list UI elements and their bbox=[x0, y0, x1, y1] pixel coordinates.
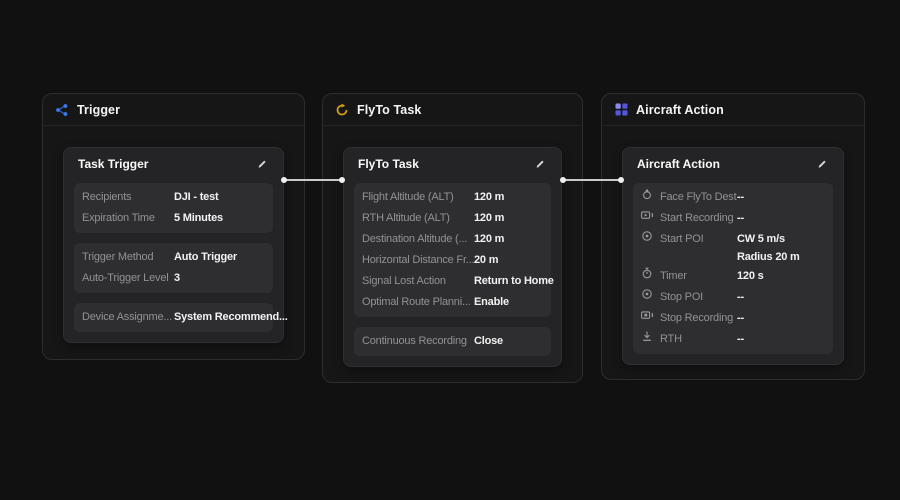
row-value: -- bbox=[737, 308, 744, 329]
timer-icon bbox=[641, 266, 653, 280]
row-rth-altitude: RTH Altitude (ALT) 120 m bbox=[362, 208, 543, 229]
row-start-recording: Start Recording -- bbox=[641, 208, 825, 229]
stop-poi-icon bbox=[641, 287, 653, 301]
aircraft-card-title: Aircraft Action bbox=[637, 157, 720, 171]
row-value: 5 Minutes bbox=[174, 208, 223, 229]
trigger-card[interactable]: Task Trigger Recipients DJI - test Expir… bbox=[63, 147, 284, 343]
row-rth: RTH -- bbox=[641, 329, 825, 350]
row-signal-lost-action: Signal Lost Action Return to Home bbox=[362, 271, 543, 292]
face-flyto-destination-icon bbox=[641, 187, 653, 201]
row-label: Signal Lost Action bbox=[362, 271, 474, 292]
node-trigger-header[interactable]: Trigger bbox=[43, 94, 304, 126]
node-flyto-header[interactable]: FlyTo Task bbox=[323, 94, 582, 126]
row-timer: Timer 120 s bbox=[641, 266, 825, 287]
row-value: -- bbox=[737, 329, 744, 350]
row-value: Enable bbox=[474, 292, 509, 313]
row-value: 120 s bbox=[737, 266, 764, 287]
flyto-card-title: FlyTo Task bbox=[358, 157, 419, 171]
row-device-assignment: Device Assignme... System Recommend... bbox=[82, 307, 265, 328]
edit-pencil-icon[interactable] bbox=[255, 157, 269, 171]
row-value: -- bbox=[737, 287, 744, 308]
row-value: Return to Home bbox=[474, 271, 554, 292]
rth-icon bbox=[641, 329, 653, 343]
trigger-group-device: Device Assignme... System Recommend... bbox=[74, 303, 273, 332]
row-label: Stop Recording bbox=[660, 308, 737, 329]
grid-apps-icon bbox=[614, 103, 628, 117]
row-label: Start Recording bbox=[660, 208, 737, 229]
row-start-poi: Start POI CW 5 m/s Radius 20 m bbox=[641, 229, 825, 266]
node-trigger-title: Trigger bbox=[77, 103, 120, 117]
row-label: Stop POI bbox=[660, 287, 737, 308]
flyto-group-recording: Continuous Recording Close bbox=[354, 327, 551, 356]
row-continuous-recording: Continuous Recording Close bbox=[362, 331, 543, 352]
aircraft-group-actions: Face FlyTo Desti -- Start Recording bbox=[633, 183, 833, 354]
start-recording-icon bbox=[641, 208, 653, 222]
edit-pencil-icon[interactable] bbox=[815, 157, 829, 171]
row-label: Expiration Time bbox=[82, 208, 174, 229]
row-label: Recipients bbox=[82, 187, 174, 208]
row-value: Close bbox=[474, 331, 503, 352]
row-label: Continuous Recording bbox=[362, 331, 474, 352]
row-optimal-route: Optimal Route Planni... Enable bbox=[362, 292, 543, 313]
node-flyto-task[interactable]: FlyTo Task FlyTo Task Flight Altitude (A… bbox=[322, 93, 583, 383]
node-flyto-title: FlyTo Task bbox=[357, 103, 421, 117]
row-value: DJI - test bbox=[174, 187, 218, 208]
row-value: 3 bbox=[174, 268, 180, 289]
row-auto-trigger-level: Auto-Trigger Level 3 bbox=[82, 268, 265, 289]
row-value: Auto Trigger bbox=[174, 247, 237, 268]
connector-trigger-to-flyto bbox=[284, 179, 342, 181]
workflow-canvas[interactable]: Trigger Task Trigger Recipients DJI - te… bbox=[0, 0, 900, 500]
flyto-group-settings: Flight Altitude (ALT) 120 m RTH Altitude… bbox=[354, 183, 551, 317]
row-value: -- bbox=[737, 187, 744, 208]
poi-value-line2: Radius 20 m bbox=[737, 248, 800, 266]
row-label: RTH Altitude (ALT) bbox=[362, 208, 474, 229]
flyto-orbit-arrow-icon bbox=[335, 103, 349, 117]
aircraft-card[interactable]: Aircraft Action bbox=[622, 147, 844, 365]
row-label: Face FlyTo Desti bbox=[660, 187, 737, 208]
row-label: Horizontal Distance Fr... bbox=[362, 250, 474, 271]
row-label: Flight Altitude (ALT) bbox=[362, 187, 474, 208]
node-aircraft-title: Aircraft Action bbox=[636, 103, 724, 117]
edit-pencil-icon[interactable] bbox=[533, 157, 547, 171]
node-aircraft-header[interactable]: Aircraft Action bbox=[602, 94, 864, 126]
row-face-flyto-destination: Face FlyTo Desti -- bbox=[641, 187, 825, 208]
row-trigger-method: Trigger Method Auto Trigger bbox=[82, 247, 265, 268]
row-value: 120 m bbox=[474, 229, 504, 250]
trigger-group-recipients: Recipients DJI - test Expiration Time 5 … bbox=[74, 183, 273, 233]
row-value: System Recommend... bbox=[174, 307, 288, 328]
row-recipients: Recipients DJI - test bbox=[82, 187, 265, 208]
poi-value-line1: CW 5 m/s bbox=[737, 230, 800, 248]
row-stop-recording: Stop Recording -- bbox=[641, 308, 825, 329]
trigger-card-title: Task Trigger bbox=[78, 157, 148, 171]
start-poi-icon bbox=[641, 229, 653, 243]
row-label: Optimal Route Planni... bbox=[362, 292, 474, 313]
row-destination-altitude: Destination Altitude (... 120 m bbox=[362, 229, 543, 250]
share-nodes-icon bbox=[55, 103, 69, 117]
trigger-group-method: Trigger Method Auto Trigger Auto-Trigger… bbox=[74, 243, 273, 293]
node-trigger[interactable]: Trigger Task Trigger Recipients DJI - te… bbox=[42, 93, 305, 360]
connector-flyto-to-aircraft bbox=[563, 179, 621, 181]
row-value: 120 m bbox=[474, 187, 504, 208]
row-value: 120 m bbox=[474, 208, 504, 229]
flyto-card[interactable]: FlyTo Task Flight Altitude (ALT) 120 m R… bbox=[343, 147, 562, 367]
node-aircraft-action[interactable]: Aircraft Action Aircraft Action bbox=[601, 93, 865, 380]
row-value: CW 5 m/s Radius 20 m bbox=[737, 229, 800, 266]
row-stop-poi: Stop POI -- bbox=[641, 287, 825, 308]
row-label: RTH bbox=[660, 329, 737, 350]
row-label: Auto-Trigger Level bbox=[82, 268, 174, 289]
row-label: Start POI bbox=[660, 229, 737, 250]
row-value: 20 m bbox=[474, 250, 498, 271]
row-expiration-time: Expiration Time 5 Minutes bbox=[82, 208, 265, 229]
row-label: Device Assignme... bbox=[82, 307, 174, 328]
row-label: Trigger Method bbox=[82, 247, 174, 268]
row-horizontal-distance: Horizontal Distance Fr... 20 m bbox=[362, 250, 543, 271]
row-flight-altitude: Flight Altitude (ALT) 120 m bbox=[362, 187, 543, 208]
row-label: Timer bbox=[660, 266, 737, 287]
stop-recording-icon bbox=[641, 308, 653, 322]
row-value: -- bbox=[737, 208, 744, 229]
row-label: Destination Altitude (... bbox=[362, 229, 474, 250]
